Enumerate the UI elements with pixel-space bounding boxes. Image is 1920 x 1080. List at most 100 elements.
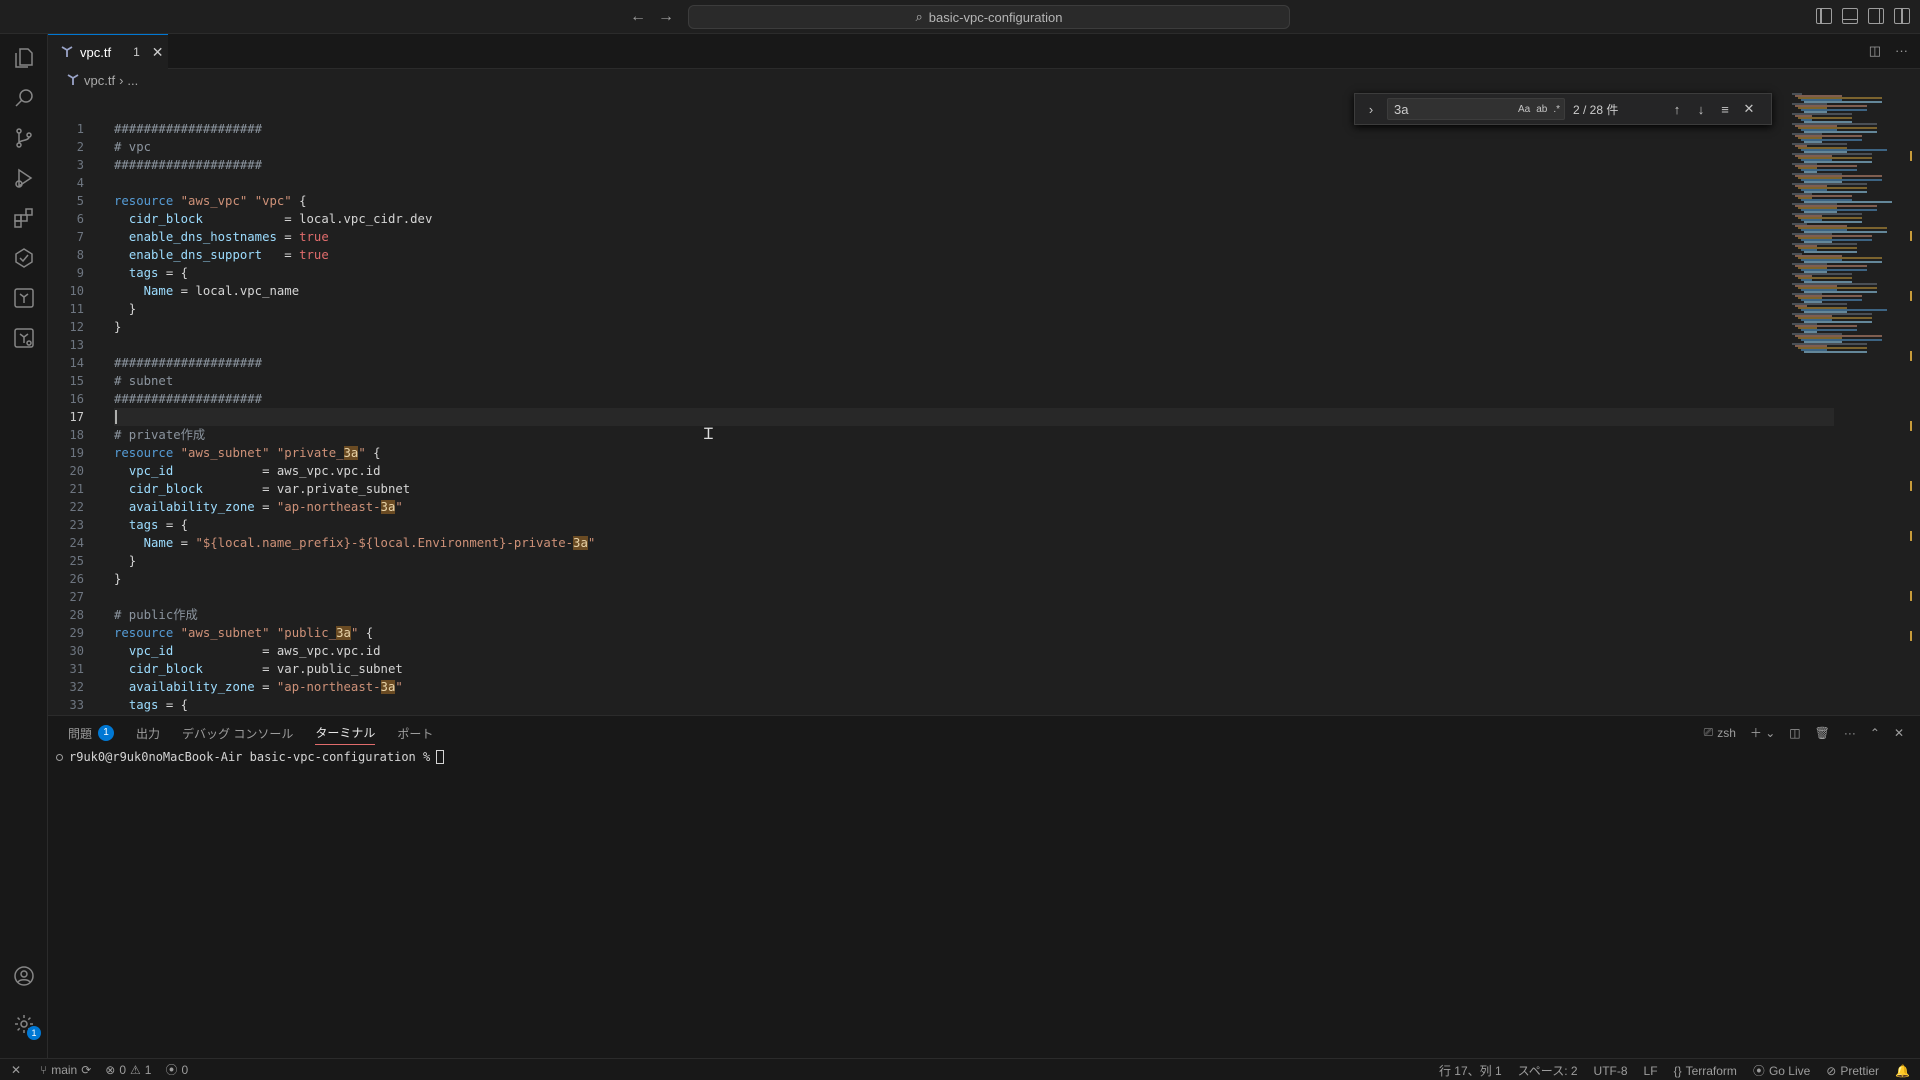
customize-layout-icon[interactable] [1894, 8, 1910, 24]
find-in-selection-icon[interactable]: ≡ [1717, 102, 1733, 117]
code-line[interactable]: tags = { [114, 696, 1834, 714]
code-line[interactable]: vpc_id = aws_vpc.vpc.id [114, 642, 1834, 660]
code-line[interactable]: vpc_id = aws_vpc.vpc.id [114, 462, 1834, 480]
split-terminal-icon[interactable]: ◫ [1789, 726, 1800, 740]
breadcrumb-symbol[interactable]: ... [127, 73, 138, 88]
run-debug-icon[interactable] [12, 166, 36, 190]
line-number: 15 [69, 374, 84, 388]
toggle-replace-icon[interactable]: › [1363, 102, 1379, 117]
code-line[interactable]: #################### [114, 354, 1834, 372]
command-center-search[interactable]: ⌕ basic-vpc-configuration [688, 5, 1290, 29]
encoding[interactable]: UTF-8 [1594, 1064, 1628, 1078]
tab-close-icon[interactable]: ✕ [152, 44, 164, 61]
terminal[interactable]: r9uk0@r9uk0noMacBook-Air basic-vpc-confi… [56, 750, 445, 764]
match-word-toggle[interactable]: ab [1536, 104, 1547, 115]
indentation[interactable]: スペース: 2 [1518, 1062, 1578, 1079]
panel-tab[interactable]: ポート [397, 725, 433, 745]
braces-icon: {} [1673, 1063, 1682, 1078]
toggle-panel-icon[interactable] [1842, 8, 1858, 24]
go-live[interactable]: ⦿ Go Live [1753, 1062, 1810, 1079]
split-editor-icon[interactable]: ◫ [1869, 43, 1881, 59]
code-line[interactable]: cidr_block = var.public_subnet [114, 660, 1834, 678]
line-number: 9 [76, 266, 84, 280]
end-of-line[interactable]: LF [1644, 1064, 1658, 1078]
more-actions-icon[interactable]: ··· [1895, 43, 1908, 59]
code-line[interactable]: } [114, 570, 1834, 588]
forward-button[interactable]: → [656, 7, 676, 27]
source-control-icon[interactable] [12, 126, 36, 150]
code-line[interactable]: #################### [114, 156, 1834, 174]
close-panel-icon[interactable]: ✕ [1894, 726, 1904, 740]
close-find-icon[interactable]: ✕ [1741, 101, 1757, 117]
code-line[interactable]: } [114, 552, 1834, 570]
code-line[interactable]: enable_dns_hostnames = true [114, 228, 1834, 246]
code-line[interactable]: enable_dns_support = true [114, 246, 1834, 264]
minimap-match-marker [1910, 231, 1912, 241]
error-count: 0 [119, 1062, 127, 1077]
code-line[interactable]: resource "aws_subnet" "public_3a" { [114, 624, 1834, 642]
minimap[interactable] [1788, 91, 1920, 715]
code-line[interactable]: tags = { [114, 516, 1834, 534]
code-line[interactable]: # vpc [114, 138, 1834, 156]
notifications-bell-icon[interactable]: 🔔 [1895, 1064, 1910, 1078]
terraform-cloud-icon[interactable] [12, 326, 36, 350]
next-match-icon[interactable]: ↓ [1693, 102, 1709, 117]
problems-indicator[interactable]: ⊗ 0 ⚠ 1 [105, 1063, 151, 1077]
panel-tab[interactable]: 出力 [136, 725, 160, 745]
code-line[interactable]: # public作成 [114, 606, 1834, 624]
editor-tab-bar: vpc.tf 1 ✕ ◫ ··· [48, 34, 1920, 69]
back-button[interactable]: ← [628, 7, 648, 27]
code-lines[interactable]: #################### # vpc ###############… [114, 120, 1834, 714]
tab-vpc-tf[interactable]: vpc.tf 1 ✕ [48, 34, 168, 69]
terminal-shell-selector[interactable]: ⎚ zsh [1704, 725, 1736, 740]
match-case-toggle[interactable]: Aa [1518, 104, 1530, 115]
extensions-icon[interactable] [12, 206, 36, 230]
ports-indicator[interactable]: ⦿ 0 [165, 1061, 188, 1078]
code-line[interactable]: cidr_block = var.private_subnet [114, 480, 1834, 498]
code-line[interactable] [114, 336, 1834, 354]
line-number: 1 [76, 122, 84, 136]
cursor-position[interactable]: 行 17、列 1 [1439, 1062, 1502, 1079]
code-line[interactable]: Name = "${local.name_prefix}-${local.Env… [114, 534, 1834, 552]
line-number: 16 [69, 392, 84, 406]
prettier[interactable]: ⊘ Prettier [1826, 1064, 1879, 1078]
more-actions-icon[interactable]: ··· [1844, 726, 1856, 740]
code-line[interactable] [114, 408, 1834, 426]
find-input[interactable]: 3a Aa ab .* [1387, 98, 1565, 120]
code-line[interactable]: } [114, 318, 1834, 336]
explorer-icon[interactable] [12, 46, 36, 70]
code-line[interactable]: } [114, 300, 1834, 318]
code-line[interactable]: tags = { [114, 264, 1834, 282]
kill-terminal-icon[interactable]: 🗑 [1815, 726, 1830, 740]
code-editor[interactable]: 1 2 3 4 5 6 7 8 9 10 11 12 13 14 15 16 17 18 19 20 21 22 23 24 2… [48, 91, 1920, 715]
new-terminal-icon[interactable]: ＋ ⌄ [1750, 724, 1775, 741]
manage-gear-icon[interactable]: 1 [12, 1012, 41, 1040]
code-line[interactable] [114, 174, 1834, 192]
code-line[interactable]: resource "aws_vpc" "vpc" { [114, 192, 1834, 210]
search-icon[interactable] [12, 86, 36, 110]
code-line[interactable]: Name = local.vpc_name [114, 282, 1834, 300]
breadcrumb-file[interactable]: vpc.tf [84, 73, 115, 88]
language-mode[interactable]: {} Terraform [1674, 1064, 1737, 1078]
code-line[interactable]: availability_zone = "ap-northeast-3a" [114, 498, 1834, 516]
code-line[interactable]: cidr_block = local.vpc_cidr.dev [114, 210, 1834, 228]
branch-indicator[interactable]: ⑂ main ⟳ [40, 1063, 91, 1077]
remote-indicator-icon[interactable]: ✕ [0, 1059, 32, 1080]
code-line[interactable]: resource "aws_subnet" "private_3a" { [114, 444, 1834, 462]
toggle-secondary-sidebar-icon[interactable] [1868, 8, 1884, 24]
panel-tab[interactable]: ターミナル [315, 724, 376, 745]
panel-tab[interactable]: 問題 1 [68, 725, 115, 745]
panel-tab[interactable]: デバッグ コンソール [182, 725, 293, 745]
code-line[interactable] [114, 588, 1834, 606]
toggle-primary-sidebar-icon[interactable] [1816, 8, 1832, 24]
code-line[interactable]: #################### [114, 390, 1834, 408]
testing-icon[interactable] [12, 246, 36, 270]
maximize-panel-icon[interactable]: ⌃ [1870, 726, 1880, 740]
terraform-icon[interactable] [12, 286, 36, 310]
code-line[interactable]: # private作成 [114, 426, 1834, 444]
code-line[interactable]: availability_zone = "ap-northeast-3a" [114, 678, 1834, 696]
regex-toggle[interactable]: .* [1553, 104, 1560, 115]
previous-match-icon[interactable]: ↑ [1669, 102, 1685, 117]
accounts-icon[interactable] [12, 964, 36, 988]
code-line[interactable]: # subnet [114, 372, 1834, 390]
